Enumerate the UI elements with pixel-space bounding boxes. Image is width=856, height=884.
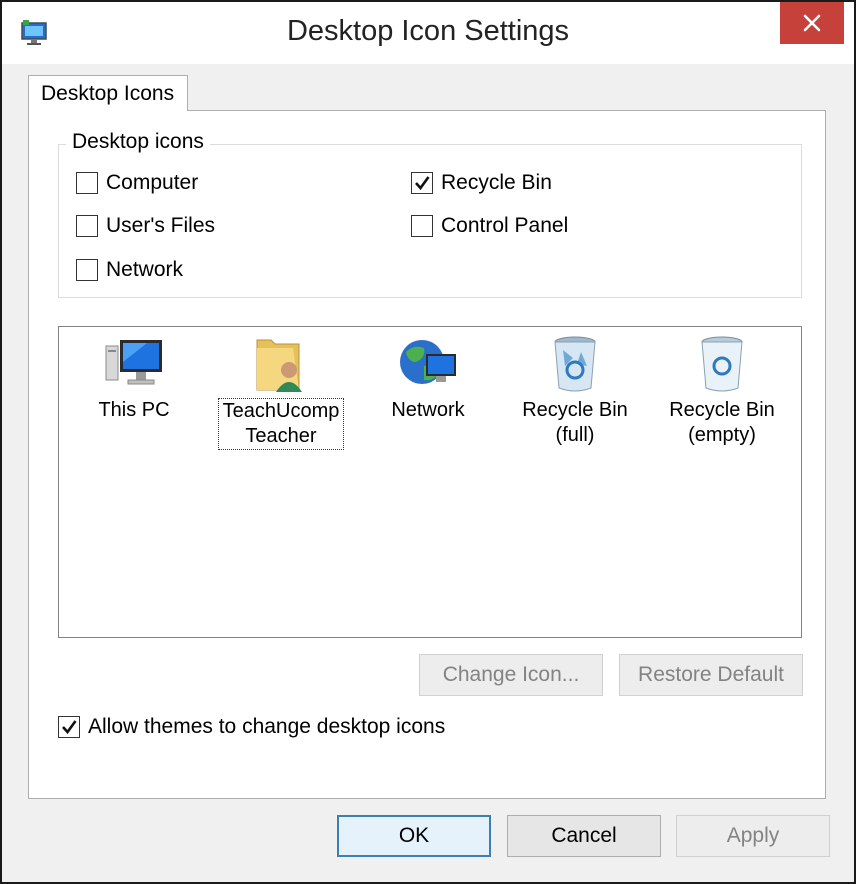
checkbox-box[interactable] (58, 716, 80, 738)
checkbox-label: Network (106, 258, 184, 281)
checkbox-box[interactable] (76, 215, 98, 237)
restore-default-button[interactable]: Restore Default (619, 654, 803, 696)
checkbox-allow-themes[interactable]: Allow themes to change desktop icons (58, 715, 445, 739)
cancel-button[interactable]: Cancel (507, 815, 661, 857)
icon-label: Network (391, 399, 465, 421)
checkbox-label: User's Files (106, 214, 216, 237)
icon-label: Recycle Bin (full) (522, 399, 628, 446)
checkbox-label: Allow themes to change desktop icons (88, 715, 446, 738)
icon-item-recycle-bin-empty[interactable]: Recycle Bin (empty) (652, 336, 792, 448)
close-button[interactable] (780, 2, 844, 44)
checkbox-recycle-bin[interactable]: Recycle Bin (411, 171, 552, 195)
icon-item-this-pc[interactable]: This PC (64, 336, 204, 423)
checkbox-label: Recycle Bin (441, 171, 552, 194)
checkbox-label: Computer (106, 171, 199, 194)
network-globe-icon (400, 340, 456, 384)
title-bar[interactable]: Desktop Icon Settings (2, 2, 854, 64)
icon-label: TeachUcomp Teacher (217, 398, 345, 450)
checkbox-box[interactable] (411, 215, 433, 237)
tab-desktop-icons[interactable]: Desktop Icons (28, 75, 188, 111)
checkmark-icon (62, 720, 77, 735)
checkbox-label: Control Panel (441, 214, 569, 237)
window-title: Desktop Icon Settings (286, 15, 570, 47)
checkbox-box[interactable] (76, 172, 98, 194)
user-folder-icon (256, 339, 302, 392)
icon-item-user-folder[interactable]: TeachUcomp Teacher (211, 336, 351, 450)
ok-button[interactable]: OK (337, 815, 491, 857)
icon-label: Recycle Bin (empty) (669, 399, 775, 446)
close-icon (803, 14, 821, 32)
dialog-window: Desktop Icon Settings Desktop Icons Desk… (0, 0, 856, 884)
recycle-bin-empty-icon (701, 336, 743, 392)
this-pc-icon (105, 340, 162, 385)
recycle-bin-full-icon (554, 336, 596, 392)
change-icon-button[interactable]: Change Icon... (419, 654, 603, 696)
groupbox-legend: Desktop icons (66, 130, 210, 154)
checkbox-control-panel[interactable]: Control Panel (411, 214, 568, 238)
icon-item-network[interactable]: Network (358, 336, 498, 423)
icon-item-recycle-bin-full[interactable]: Recycle Bin (full) (505, 336, 645, 448)
checkbox-box[interactable] (76, 259, 98, 281)
apply-button[interactable]: Apply (676, 815, 830, 857)
checkbox-network[interactable]: Network (76, 258, 183, 282)
checkbox-users-files[interactable]: User's Files (76, 214, 215, 238)
checkmark-icon (415, 176, 430, 191)
checkbox-box[interactable] (411, 172, 433, 194)
icon-label: This PC (98, 399, 170, 421)
checkbox-computer[interactable]: Computer (76, 171, 198, 195)
